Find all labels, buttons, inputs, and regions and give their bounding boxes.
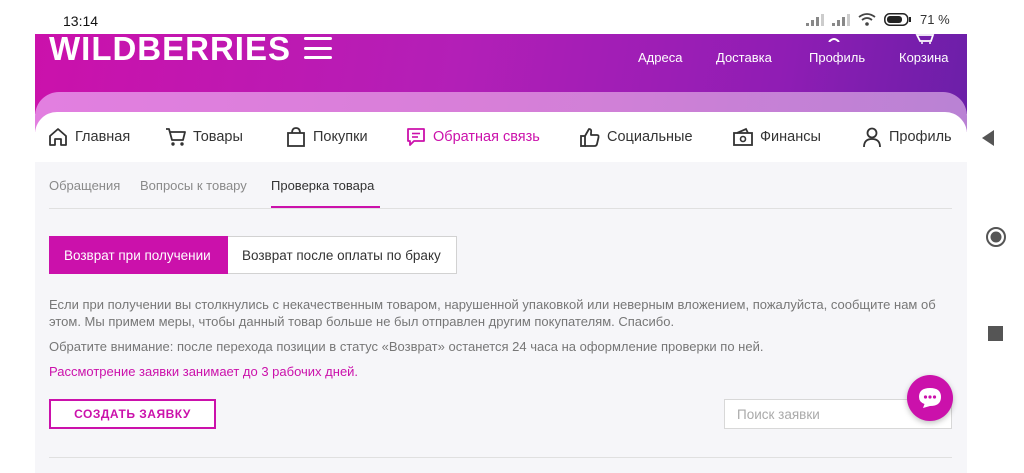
subtab-product-questions[interactable]: Вопросы к товару (140, 178, 247, 193)
nav-item-label: Обратная связь (433, 129, 540, 145)
segment-return-after-payment[interactable]: Возврат после оплаты по браку (228, 236, 457, 274)
profile-icon (828, 38, 840, 42)
bottom-divider (49, 457, 952, 458)
status-icons: 71 % (806, 12, 950, 27)
info-text: Если при получении вы столкнулись с нека… (49, 297, 936, 329)
subtabs-divider (49, 208, 952, 209)
header-nav-label: Профиль (809, 50, 866, 65)
nav-item-social[interactable]: Социальные (579, 112, 693, 162)
nav-item-goods[interactable]: Товары (165, 112, 243, 162)
signal-icon (832, 13, 850, 26)
nav-item-home[interactable]: Главная (47, 112, 130, 162)
nav-item-finance[interactable]: Финансы (732, 112, 821, 162)
thumbs-up-icon (580, 128, 600, 147)
subtab-requests[interactable]: Обращения (49, 178, 120, 193)
battery-icon (884, 13, 911, 26)
chat-button[interactable] (907, 375, 953, 421)
active-subtab-indicator (271, 206, 380, 208)
person-icon (863, 127, 881, 148)
cart-icon (166, 128, 186, 146)
nav-item-label: Финансы (760, 129, 821, 145)
segment-return-on-receipt[interactable]: Возврат при получении (49, 236, 228, 274)
chat-icon (919, 388, 941, 408)
feedback-icon (407, 128, 425, 146)
review-time-text: Рассмотрение заявки занимает до 3 рабочи… (49, 364, 359, 379)
back-icon[interactable] (980, 129, 996, 147)
create-request-button[interactable]: СОЗДАТЬ ЗАЯВКУ (49, 399, 216, 429)
nav-item-label: Покупки (313, 129, 368, 145)
page: WILDBERRIES Адреса Доставка Профиль Корз… (35, 34, 967, 473)
header-nav-cart[interactable]: Корзина (899, 50, 949, 65)
nav-item-feedback[interactable]: Обратная связь (405, 112, 540, 162)
wifi-icon (858, 13, 876, 26)
header-nav-label: Корзина (899, 50, 949, 65)
main-nav: Главная Товары Покупки Обратная связь Со… (35, 112, 967, 162)
nav-item-label: Главная (75, 129, 131, 145)
header-nav-label: Адреса (638, 50, 683, 65)
home-icon (49, 128, 67, 146)
header-nav-addresses[interactable]: Адреса (638, 50, 682, 65)
nav-item-label: Товары (193, 129, 243, 145)
notice-text: Обратите внимание: после перехода позици… (49, 339, 764, 354)
shopping-bag-icon (287, 127, 305, 147)
subtab-product-check[interactable]: Проверка товара (271, 178, 374, 193)
status-time: 13:14 (63, 13, 99, 29)
recents-icon[interactable] (988, 326, 1003, 341)
signal-icon (806, 13, 824, 26)
nav-item-label: Профиль (889, 129, 952, 145)
status-bar: 13:14 71 % (0, 0, 1024, 34)
wallet-icon (733, 127, 753, 146)
menu-icon[interactable] (304, 37, 332, 59)
header-nav-profile[interactable]: Профиль (809, 50, 865, 65)
nav-item-profile[interactable]: Профиль (861, 112, 952, 162)
battery-percent: 71 % (920, 12, 950, 27)
header-nav-label: Доставка (716, 50, 772, 65)
nav-item-label: Социальные (607, 129, 693, 145)
header-nav-delivery[interactable]: Доставка (716, 50, 772, 65)
home-circle-icon[interactable] (985, 226, 1007, 248)
logo[interactable]: WILDBERRIES (49, 34, 291, 65)
subtabs: Обращения Вопросы к товару Проверка това… (35, 162, 967, 210)
return-type-switch: Возврат при получении Возврат после опла… (49, 236, 457, 274)
cart-icon (915, 34, 935, 44)
nav-item-purchases[interactable]: Покупки (285, 112, 368, 162)
